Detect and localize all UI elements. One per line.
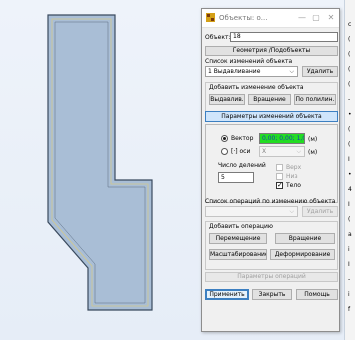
background-text-char: с bbox=[348, 21, 352, 28]
ops-combo[interactable]: ⌵ bbox=[205, 206, 298, 217]
axis-label: [·] оси bbox=[231, 148, 251, 155]
top-checkbox[interactable] bbox=[276, 164, 283, 171]
object-label: Объект: bbox=[205, 34, 231, 41]
background-text-char: i bbox=[348, 291, 350, 298]
background-text-char: 4 bbox=[348, 186, 352, 193]
changes-list-label: Список изменений объекта bbox=[205, 58, 293, 65]
background-text-char: ( bbox=[348, 36, 351, 43]
divisions-label: Число делений bbox=[218, 162, 266, 169]
axis-combo-value: X bbox=[262, 148, 267, 155]
polyline-button[interactable]: По полилин. bbox=[294, 94, 336, 105]
background-text-char: - bbox=[348, 276, 351, 283]
changes-combo[interactable]: 1 Выдавливание ⌵ bbox=[205, 66, 298, 77]
background-text-char: I bbox=[348, 261, 350, 268]
rotate-change-button[interactable]: Вращение bbox=[248, 94, 291, 105]
maximize-icon[interactable]: ▢ bbox=[310, 12, 322, 23]
extrude-button[interactable]: Выдавлив. bbox=[209, 94, 245, 105]
apply-button[interactable]: Применить bbox=[205, 289, 249, 300]
background-text-char: ( bbox=[348, 51, 351, 58]
vector-radio[interactable] bbox=[221, 135, 228, 142]
minimize-icon[interactable]: — bbox=[296, 12, 308, 23]
background-text-char: ( bbox=[348, 126, 351, 133]
background-text-char: • bbox=[348, 111, 352, 118]
dialog-title: Объекты: о... bbox=[219, 14, 268, 22]
background-text-char: f bbox=[348, 306, 351, 313]
background-text-char: I bbox=[348, 201, 350, 208]
body-label: Тело bbox=[286, 182, 301, 189]
background-text-char: a bbox=[348, 231, 352, 238]
app-icon bbox=[206, 13, 215, 22]
background-text-char: ( bbox=[348, 81, 351, 88]
background-text-char: ( bbox=[348, 66, 351, 73]
deform-button[interactable]: Деформирование bbox=[270, 249, 335, 260]
background-text-char: I bbox=[348, 156, 350, 163]
changes-combo-value: 1 Выдавливание bbox=[208, 68, 261, 75]
add-change-group-label: Добавить изменение объекта bbox=[209, 84, 304, 91]
axis-combo[interactable]: X ⌵ bbox=[259, 146, 305, 157]
bottom-checkbox[interactable] bbox=[276, 173, 283, 180]
background-text-char: i bbox=[348, 246, 350, 253]
rotation-operation-button[interactable]: Вращение bbox=[275, 233, 335, 244]
ops-delete-button[interactable]: Удалить bbox=[302, 206, 338, 217]
background-text-char: ( bbox=[348, 141, 351, 148]
params-header-button[interactable]: Параметры изменений объекта bbox=[205, 111, 338, 122]
chevron-down-icon: ⌵ bbox=[296, 148, 301, 155]
bottom-label: Низ bbox=[286, 173, 298, 180]
vector-unit: (м) bbox=[308, 136, 318, 143]
background-text-char: • bbox=[348, 171, 352, 178]
body-checkbox[interactable] bbox=[276, 181, 283, 189]
dialog-titlebar[interactable]: Объекты: о... — ▢ ✕ bbox=[202, 9, 339, 28]
help-button[interactable]: Помощь bbox=[296, 289, 338, 300]
ops-list-label: Список операций по изменению объекта bbox=[205, 198, 336, 205]
background-text-char: ( bbox=[348, 216, 351, 223]
background-text-char: - bbox=[348, 96, 351, 103]
add-operation-group-label: Добавить операцию bbox=[209, 223, 273, 230]
close-icon[interactable]: ✕ bbox=[325, 12, 337, 23]
axis-radio[interactable] bbox=[221, 148, 228, 155]
divisions-field[interactable]: 5 bbox=[218, 172, 254, 183]
chevron-down-icon: ⌵ bbox=[289, 208, 294, 215]
vector-field[interactable]: 0,00; 0,00; 1,0 bbox=[259, 133, 305, 144]
move-button[interactable]: Перемещение bbox=[209, 233, 267, 244]
geometry-button[interactable]: Геометрия /Подобъекты bbox=[205, 46, 338, 56]
scale-button[interactable]: Масштабирование bbox=[209, 249, 267, 260]
object-field[interactable]: 18 bbox=[230, 32, 338, 42]
top-label: Верх bbox=[286, 164, 302, 171]
background-text-strip: с ( ( ( ( - • ( ( I • 4 I ( a i I - i f bbox=[345, 0, 355, 340]
axis-unit: (м) bbox=[308, 149, 318, 156]
vector-label: Вектор bbox=[231, 135, 254, 142]
objects-dialog: Объекты: о... — ▢ ✕ Объект: 18 Геометрия… bbox=[201, 8, 340, 332]
close-button[interactable]: Закрыть bbox=[252, 289, 292, 300]
ops-params-button[interactable]: Параметры операций bbox=[205, 272, 338, 282]
chevron-down-icon: ⌵ bbox=[289, 68, 294, 75]
delete-change-button[interactable]: Удалить bbox=[302, 66, 338, 77]
